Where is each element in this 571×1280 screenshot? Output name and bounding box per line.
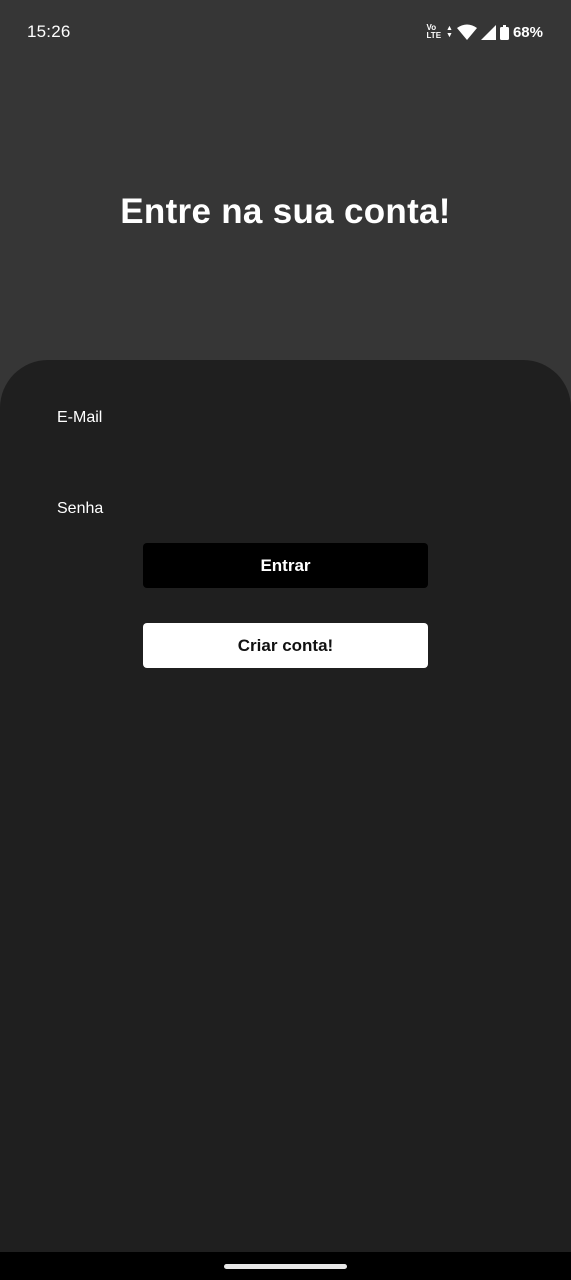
email-label: E-Mail [57,409,103,426]
status-bar: 15:26 Vo LTE ▲ ▼ 68% [0,0,571,62]
create-account-button[interactable]: Criar conta! [143,623,428,668]
status-time: 15:26 [27,22,71,41]
email-field[interactable] [57,434,514,474]
login-button[interactable]: Entrar [143,543,428,588]
home-handle[interactable] [224,1264,347,1269]
volte-icon: Vo LTE [426,23,442,40]
status-icons: Vo LTE ▲ ▼ 68% [427,21,543,43]
navigation-bar [0,1252,571,1280]
battery-percent: 68% [512,23,543,41]
login-sheet [0,360,571,1252]
battery-icon [499,24,509,40]
page-title: Entre na sua conta! [120,192,451,231]
wifi-icon [456,24,477,40]
signal-icon [480,24,496,40]
password-label: Senha [57,500,104,517]
data-arrows-icon: ▲ ▼ [446,25,453,39]
